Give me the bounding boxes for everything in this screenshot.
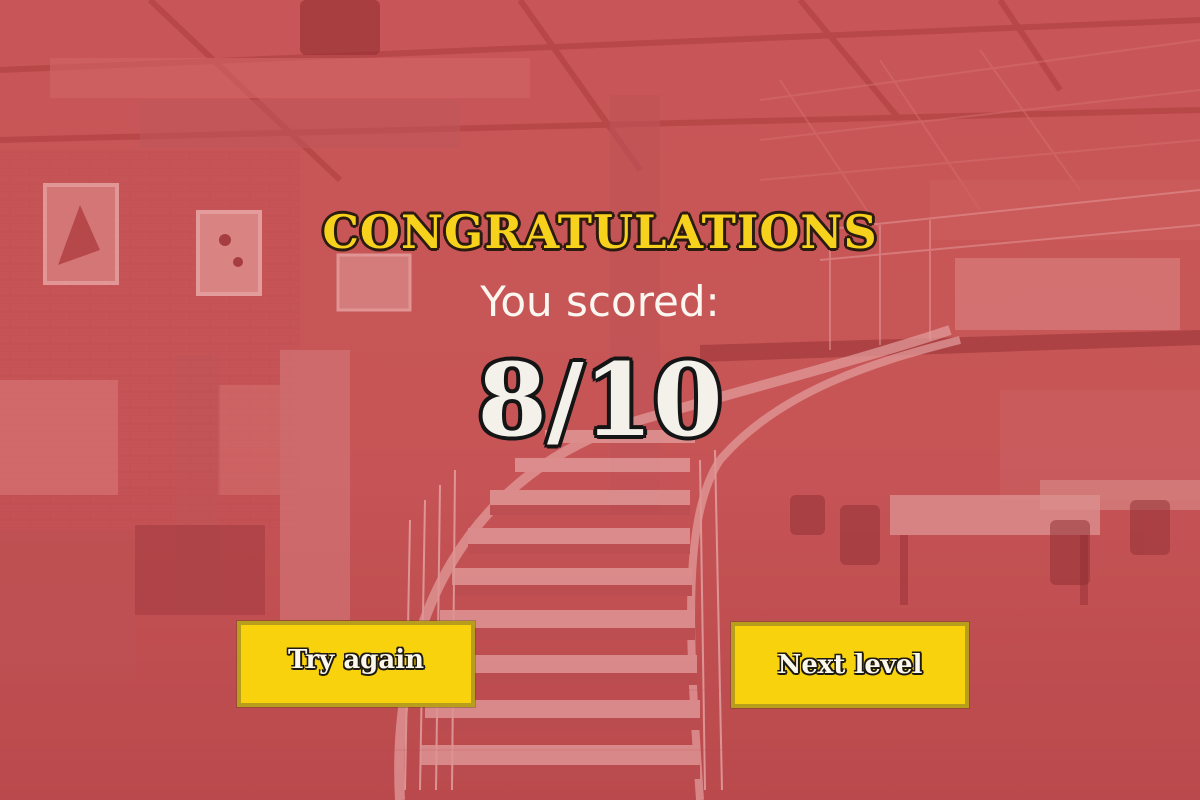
next-level-label: Next level — [777, 650, 923, 680]
score-label: You scored: — [480, 277, 720, 326]
try-again-label: Try again — [288, 645, 424, 675]
congratulations-heading: CONGRATULATIONS — [322, 205, 878, 259]
next-level-button[interactable]: Next level — [731, 622, 969, 708]
score-value: 8/10 — [477, 341, 723, 459]
game-result-screen: CONGRATULATIONS You scored: 8/10 Try aga… — [0, 0, 1200, 800]
try-again-button[interactable]: Try again — [237, 621, 475, 707]
